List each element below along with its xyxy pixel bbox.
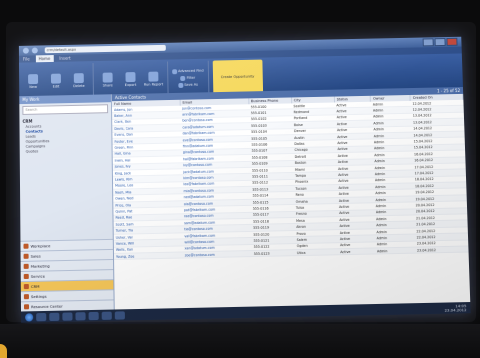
ribbon-group-records: New Edit Delete [23, 63, 94, 98]
main-content: Active Contacts 1 - 25 of 52 Full Name E… [112, 87, 470, 310]
advanced-find-button[interactable]: Advanced Find [172, 68, 203, 74]
explorer-icon[interactable] [89, 311, 99, 319]
ie-icon[interactable] [36, 312, 46, 320]
find-icon [172, 69, 177, 74]
settings-icon [24, 294, 29, 299]
sidebar-list: Accounts Contacts Leads Opportunities Ca… [26, 123, 112, 155]
save-icon [178, 82, 183, 87]
export-button[interactable]: Export [120, 71, 140, 86]
delete-button[interactable]: Delete [69, 73, 89, 88]
crm-icon [24, 284, 29, 289]
new-button[interactable]: New [23, 73, 43, 88]
sidebar-header: My Work [19, 94, 111, 104]
window-controls [423, 38, 458, 47]
new-icon [28, 74, 38, 84]
system-tray[interactable]: 14:05 23.04.2012 [444, 304, 466, 313]
folder-icon[interactable] [49, 312, 59, 320]
table-cell[interactable]: zoe@contoso.com [183, 251, 252, 259]
back-icon[interactable] [23, 48, 29, 54]
share-button[interactable]: Share [98, 72, 118, 87]
table-cell: Active [338, 248, 375, 255]
start-orb-icon[interactable] [25, 313, 33, 321]
share-icon [103, 72, 113, 82]
sidebar-search-input[interactable]: Search [22, 104, 108, 115]
excel-icon[interactable] [102, 311, 112, 319]
ribbon-group-collaborate: Share Export Run Report [98, 62, 169, 97]
media-icon[interactable] [62, 312, 72, 320]
sidebar-nav: Workplace Sales Marketing Service CRM Se… [20, 239, 113, 312]
delete-icon [74, 73, 84, 83]
resource-center-icon [24, 304, 29, 309]
save-as-button[interactable]: Save As [178, 82, 198, 87]
ribbon-group-data: Advanced Find Filter Save As [172, 61, 209, 95]
run-report-button[interactable]: Run Report [143, 71, 163, 86]
clock-date: 23.04.2012 [445, 308, 467, 313]
table-cell: 23.04.2012 [415, 246, 468, 254]
forward-icon[interactable] [32, 47, 38, 53]
table-cell: 555-0123 [252, 250, 295, 257]
app-body: My Work Search CRM Accounts Contacts Lea… [19, 87, 470, 312]
grid-body: Adams, Jon jon@contoso.com 555-0100 Seattle… [112, 100, 468, 260]
records-grid: Full Name Email Business Phone City Stat… [112, 94, 469, 260]
tab-file[interactable]: File [23, 57, 30, 62]
sales-icon [24, 254, 29, 259]
maximize-icon[interactable] [435, 38, 446, 46]
chrome-icon[interactable] [75, 312, 85, 320]
sidebar: My Work Search CRM Accounts Contacts Lea… [19, 94, 114, 311]
workplace-icon [23, 244, 28, 249]
marketing-icon [24, 264, 29, 269]
create-opportunity-button[interactable]: Create Opportunity [212, 60, 262, 95]
table-cell: Admin [375, 247, 415, 254]
minimize-icon[interactable] [423, 38, 434, 46]
tab-insert[interactable]: Insert [59, 56, 70, 61]
laptop-keyboard [0, 324, 480, 358]
filter-button[interactable]: Filter [181, 75, 196, 80]
table-cell[interactable]: Young, Zoe [114, 252, 183, 260]
report-icon [148, 71, 158, 81]
laptop-screen: crm/default.aspx File Home Insert New Ed… [19, 37, 471, 323]
edit-icon [51, 73, 61, 83]
service-icon [24, 274, 29, 279]
filter-icon [181, 75, 186, 80]
address-bar[interactable]: crm/default.aspx [45, 45, 166, 53]
close-icon[interactable] [446, 38, 457, 46]
export-icon [125, 72, 135, 82]
table-cell: Utica [295, 249, 338, 256]
outlook-icon[interactable] [115, 311, 125, 319]
edit-button[interactable]: Edit [46, 73, 66, 88]
